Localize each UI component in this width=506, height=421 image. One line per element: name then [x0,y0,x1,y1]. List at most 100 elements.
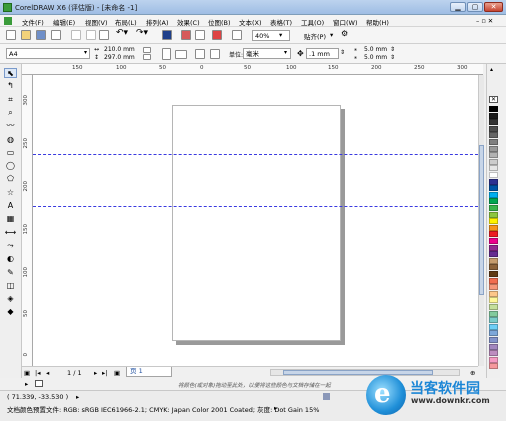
color-swatch[interactable] [489,106,498,112]
color-profile-info[interactable]: 文档颜色预置文件: RGB: sRGB IEC61966-2.1; CMYK: … [7,404,319,414]
connector-tool-icon[interactable]: ⤳ [4,241,17,251]
page-tab[interactable]: 页 1 [126,367,172,377]
close-button[interactable]: ✕ [484,2,503,12]
shape-tool-icon[interactable]: ↰ [4,81,17,91]
no-color-swatch[interactable] [35,380,43,387]
palette-scroll-up-icon[interactable]: ▴ [490,66,493,73]
color-swatch[interactable] [489,158,498,165]
search-content-icon[interactable] [162,30,172,40]
blend-tool-icon[interactable]: ◐ [4,254,17,264]
color-swatch[interactable] [489,257,498,264]
color-swatch[interactable] [489,224,498,231]
all-pages-icon[interactable] [195,49,205,59]
fill-tool-icon[interactable]: ◈ [4,294,17,304]
color-swatch[interactable] [489,244,498,251]
save-icon[interactable] [36,30,46,40]
horizontal-ruler[interactable]: 150 100 50 0 50 100 150 200 250 300 [22,64,483,75]
duplicate-x-input[interactable]: 5.0 mm [364,46,387,53]
menu-bitmaps[interactable]: 位图(B) [208,17,231,27]
landscape-icon[interactable] [175,50,187,59]
horizontal-guideline[interactable] [33,206,483,207]
color-swatch[interactable] [489,343,498,350]
duplicate-y-input[interactable]: 5.0 mm [364,54,387,61]
color-swatch[interactable] [489,271,498,277]
menu-window[interactable]: 窗口(W) [333,17,358,27]
paste-icon[interactable] [99,30,109,40]
color-swatch[interactable] [489,125,498,132]
color-swatch[interactable] [489,198,498,205]
copy-icon[interactable] [86,30,96,40]
color-swatch[interactable] [489,132,498,139]
print-icon[interactable] [51,30,61,40]
crop-tool-icon[interactable]: ⌗ [4,95,17,105]
color-swatch[interactable] [489,152,498,159]
last-page-icon[interactable]: ▸| [102,369,107,377]
horizontal-scrollbar[interactable] [270,369,460,376]
color-swatch[interactable] [489,284,498,291]
color-swatch[interactable] [489,251,498,258]
outline-tool-icon[interactable]: ◫ [4,281,17,291]
menu-tools[interactable]: 工具(O) [301,17,324,27]
rectangle-tool-icon[interactable]: ▭ [4,148,17,158]
add-page-icon[interactable]: ▣ [24,369,30,377]
menu-table[interactable]: 表格(T) [270,17,292,27]
doc-window-controls[interactable]: – ▫ ✕ [476,17,493,25]
page-height-input[interactable]: 297.0 mm [104,54,135,61]
color-swatch[interactable] [489,356,498,363]
color-swatch[interactable] [489,112,498,119]
color-swatch[interactable] [489,172,498,178]
color-swatch[interactable] [489,218,498,225]
spinner-icon[interactable]: ⇕ [340,49,345,56]
menu-effects[interactable]: 效果(C) [177,17,200,27]
color-swatch[interactable] [489,330,498,337]
menu-help[interactable]: 帮助(H) [366,17,389,27]
next-page-icon[interactable]: ▸ [94,369,97,377]
spinner-icon[interactable]: ⇕ [390,54,395,61]
menu-view[interactable]: 视图(V) [85,17,108,27]
vertical-scrollbar-thumb[interactable] [479,145,484,295]
open-folder-icon[interactable] [21,30,31,40]
import-icon[interactable] [181,30,191,40]
document-page[interactable] [172,105,341,341]
color-swatch[interactable] [489,337,498,343]
lock-ratio-icon[interactable] [143,47,151,53]
color-swatch[interactable] [489,304,498,310]
color-swatch[interactable] [489,191,498,198]
menu-file[interactable]: 文件(F) [22,17,44,27]
spinner-icon[interactable]: ⇕ [390,46,395,53]
chevron-down-icon[interactable]: ▾ [330,31,333,39]
chevron-down-icon[interactable]: ▾ [84,49,87,56]
application-launcher-icon[interactable] [212,30,222,40]
first-page-icon[interactable]: |◂ [35,369,40,377]
new-document-icon[interactable] [6,30,16,40]
menu-edit[interactable]: 编辑(E) [53,17,75,27]
color-swatch[interactable] [489,317,498,324]
color-swatch[interactable] [489,350,498,357]
smart-fill-tool-icon[interactable]: ◍ [4,135,17,145]
no-color-swatch[interactable]: ✕ [489,96,498,103]
color-swatch[interactable] [489,139,498,145]
zoom-tool-icon[interactable]: ⌕ [4,108,17,118]
color-swatch[interactable] [489,231,498,238]
undo-icon[interactable]: ↶▾ [116,28,128,38]
color-swatch[interactable] [489,323,498,330]
menu-text[interactable]: 文本(X) [239,17,262,27]
color-swatch[interactable] [489,297,498,304]
vertical-scrollbar[interactable] [478,75,484,366]
freehand-tool-icon[interactable]: 〰 [4,121,17,131]
color-swatch[interactable] [489,185,498,192]
color-swatch[interactable] [489,264,498,271]
horizontal-scrollbar-thumb[interactable] [283,370,433,375]
add-page-after-icon[interactable]: ▣ [114,369,120,377]
maximize-button[interactable]: ▢ [467,2,483,12]
document-icon[interactable] [4,17,12,25]
menu-arrange[interactable]: 排列(A) [146,17,169,27]
vertical-ruler[interactable]: 300 250 200 150 100 50 0 [22,75,33,366]
interactive-fill-tool-icon[interactable]: ◆ [4,307,17,317]
zoom-level-select[interactable]: 40% [252,30,290,41]
coreldraw-app-icon[interactable] [3,3,12,12]
portrait-icon[interactable] [162,48,171,60]
color-swatch[interactable] [489,238,498,244]
table-tool-icon[interactable]: ▦ [4,214,17,224]
lock-ratio-icon[interactable] [143,54,151,60]
